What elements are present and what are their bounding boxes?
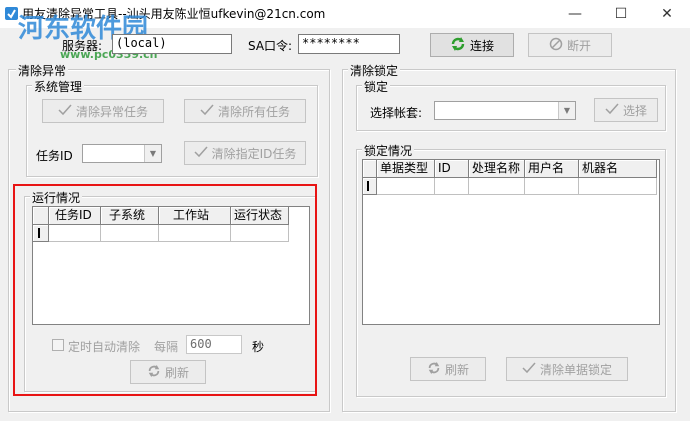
clear-all-tasks-button[interactable]: 清除所有任务 (184, 99, 306, 123)
table-cell[interactable] (579, 178, 657, 195)
lock-grid-header: 单据类型 ID 处理名称 用户名 机器名 (363, 160, 659, 178)
stop-icon (549, 37, 563, 54)
account-combo[interactable]: ▼ (434, 101, 576, 120)
connect-button[interactable]: 连接 (430, 33, 514, 57)
lock-col-header[interactable]: 用户名 (525, 160, 579, 178)
server-label: 服务器: (62, 39, 103, 53)
sa-password-input[interactable]: ******** (298, 34, 400, 54)
disconnect-button[interactable]: 断开 (528, 33, 612, 57)
sa-password-label: SA口令: (248, 39, 293, 53)
lock-info-title: 锁定情况 (362, 142, 415, 159)
minimize-button[interactable]: — (552, 0, 598, 28)
clear-exception-tasks-label: 清除异常任务 (75, 104, 148, 119)
check-icon (200, 104, 214, 119)
app-icon (4, 6, 19, 21)
clear-lock-label: 清除单据锁定 (539, 362, 612, 377)
lock-col-header[interactable]: ID (435, 160, 469, 178)
disconnect-label: 断开 (566, 38, 591, 53)
lock-col-header[interactable]: 机器名 (579, 160, 657, 178)
check-icon (605, 103, 619, 118)
lock-title: 锁定 (362, 78, 391, 95)
row-header-corner (363, 160, 377, 178)
clear-exception-tasks-button[interactable]: 清除异常任务 (42, 99, 164, 123)
table-cell[interactable] (377, 178, 435, 195)
check-icon (522, 362, 536, 377)
table-row[interactable] (363, 178, 659, 195)
lock-info-grid[interactable]: 单据类型 ID 处理名称 用户名 机器名 (362, 159, 660, 325)
refresh-lock-button[interactable]: 刷新 (410, 357, 486, 381)
clear-specified-task-button[interactable]: 清除指定ID任务 (184, 141, 306, 165)
connect-label: 连接 (469, 38, 494, 53)
refresh-green-icon (450, 36, 466, 55)
lock-col-header[interactable]: 单据类型 (377, 160, 435, 178)
check-icon (58, 104, 72, 119)
clear-specified-task-label: 清除指定ID任务 (211, 146, 297, 161)
lock-col-header[interactable]: 处理名称 (469, 160, 525, 178)
check-icon (194, 146, 208, 161)
clear-lock-title: 清除锁定 (348, 62, 401, 79)
system-management-title: 系统管理 (32, 78, 85, 95)
select-account-button[interactable]: 选择 (594, 98, 658, 122)
select-account-label: 选择 (622, 103, 647, 118)
table-cell[interactable] (435, 178, 469, 195)
table-cell[interactable] (469, 178, 525, 195)
highlight-box (13, 184, 317, 396)
clear-lock-button[interactable]: 清除单据锁定 (506, 357, 628, 381)
row-marker-icon (367, 181, 372, 191)
refresh-lock-label: 刷新 (444, 362, 469, 377)
row-selector[interactable] (363, 178, 377, 195)
task-id-combo[interactable]: ▼ (82, 144, 162, 163)
refresh-icon (427, 361, 441, 378)
chevron-down-icon[interactable]: ▼ (558, 102, 575, 119)
server-input[interactable]: (local) (112, 34, 232, 54)
maximize-button[interactable]: ☐ (598, 0, 644, 28)
clear-exception-title: 清除异常 (16, 62, 69, 79)
chevron-down-icon[interactable]: ▼ (144, 145, 161, 162)
account-label: 选择帐套: (370, 106, 423, 120)
task-id-label: 任务ID (36, 149, 73, 163)
clear-all-tasks-label: 清除所有任务 (217, 104, 290, 119)
table-cell[interactable] (525, 178, 579, 195)
close-button[interactable]: ✕ (644, 0, 690, 28)
